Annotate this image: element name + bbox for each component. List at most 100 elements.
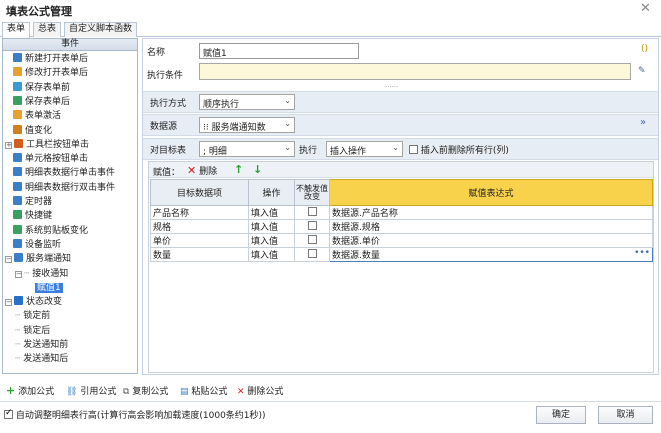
tree-item-label: 服务端通知	[26, 254, 72, 265]
expression-editor-icon[interactable]: ✎	[638, 66, 646, 76]
mode-select[interactable]: 顺序执行 ⌄	[199, 94, 295, 110]
target-value: ; 明细	[203, 147, 227, 157]
tree-item-label: 锁定前	[23, 311, 51, 322]
empty-row	[151, 290, 653, 304]
checkbox-checked-icon[interactable]	[4, 408, 13, 419]
tree-item-label: 锁定后	[23, 325, 51, 336]
expr-cell[interactable]: 数据源.数量 •••	[329, 247, 653, 262]
name-input[interactable]: 赋值1	[199, 43, 359, 59]
scissors-icon	[13, 224, 22, 234]
tree-item[interactable]: 新建打开表单后	[13, 52, 88, 66]
source-select[interactable]: ⁝⁝ 服务端通知数 ⌄	[199, 117, 295, 133]
op-cell[interactable]: 填入值	[248, 205, 295, 220]
tab-custom-script[interactable]: 自定义脚本函数	[64, 22, 138, 37]
splitter-handle[interactable]: ······	[385, 83, 398, 91]
collapse-icon[interactable]: −	[5, 299, 12, 307]
ref-formula-button[interactable]: ⛓ 引用公式	[66, 384, 116, 397]
checkbox-icon[interactable]	[307, 235, 317, 244]
collapse-icon[interactable]: −	[5, 256, 12, 264]
target-cell[interactable]: 单价	[150, 233, 249, 248]
checkbox-icon[interactable]	[307, 249, 317, 258]
collapse-icon[interactable]: −	[15, 270, 22, 278]
ok-button[interactable]: 确定	[536, 406, 586, 424]
delete-formula-button[interactable]: ✕ 删除公式	[237, 384, 283, 397]
doc-icon	[13, 81, 22, 91]
expr-cell[interactable]: 数据源.规格	[329, 219, 653, 234]
tree-item-label: 表单激活	[25, 111, 62, 122]
move-up-icon[interactable]: ↑	[234, 163, 243, 176]
divider	[0, 401, 661, 402]
copy-formula-button[interactable]: ⧉ 复制公式	[123, 384, 168, 397]
empty-cell	[151, 304, 249, 318]
tree-item[interactable]: 系统剪贴板变化	[13, 224, 88, 238]
clear-rows-checkbox[interactable]: 插入前删除所有行(列)	[409, 143, 509, 156]
tree-item[interactable]: − 状态改变	[5, 295, 62, 309]
table-row[interactable]: 规格 填入值 数据源.规格	[150, 219, 653, 234]
cancel-button[interactable]: 取消	[598, 406, 653, 424]
tree-item[interactable]: 修改打开表单后	[13, 66, 88, 80]
tree-item[interactable]: − 服务端通知	[5, 252, 71, 266]
exec-select[interactable]: 插入操作 ⌄	[326, 141, 403, 157]
expr-cell[interactable]: 数据源.产品名称	[329, 205, 653, 220]
close-icon[interactable]: ✕	[640, 1, 651, 16]
tree-item[interactable]: ┄ 发送通知前	[15, 338, 68, 352]
folder-icon	[13, 67, 22, 77]
table-row[interactable]: 产品名称 填入值 数据源.产品名称	[150, 205, 653, 220]
expand-icon[interactable]: »	[640, 117, 646, 128]
target-cell[interactable]: 数量	[150, 247, 249, 262]
target-cell[interactable]: 产品名称	[150, 205, 249, 220]
tree-item-label: 值变化	[25, 125, 53, 136]
tree-item[interactable]: 明细表数据行单击事件	[13, 166, 115, 180]
add-formula-button[interactable]: + 添加公式	[6, 384, 54, 397]
table-row[interactable]: 数量 填入值 数据源.数量 •••	[150, 247, 653, 262]
tab-form[interactable]: 表单	[2, 22, 31, 38]
tree-item-label: 明细表数据行双击事件	[25, 182, 116, 193]
notrigger-cell[interactable]	[294, 233, 330, 248]
tree-item[interactable]: 单元格按钮单击	[13, 152, 88, 166]
paste-formula-button[interactable]: ▤ 粘贴公式	[180, 384, 227, 397]
copy-icon: ⧉	[123, 387, 130, 397]
target-select[interactable]: ; 明细 ⌄	[199, 141, 295, 157]
tree-item[interactable]: 快捷键	[13, 209, 52, 223]
target-cell[interactable]: 规格	[150, 219, 249, 234]
op-cell[interactable]: 填入值	[248, 219, 295, 234]
tree-item[interactable]: 保存表单后	[13, 95, 70, 109]
tab-summary[interactable]: 总表	[33, 22, 62, 37]
tree-item[interactable]: ┄ 锁定后	[15, 324, 50, 338]
move-down-icon[interactable]: ↓	[253, 163, 262, 176]
checkbox-icon[interactable]	[409, 145, 418, 154]
notrigger-cell[interactable]	[294, 247, 330, 262]
op-cell[interactable]: 填入值	[248, 247, 295, 262]
table-row[interactable]: 单价 填入值 数据源.单价	[150, 233, 653, 248]
tree-item[interactable]: ┄ 锁定前	[15, 309, 50, 323]
tree-item-label: 保存表单前	[25, 82, 71, 93]
checkbox-icon[interactable]	[307, 221, 317, 230]
tree-item[interactable]: ┄ 发送通知后	[15, 352, 68, 366]
name-paren: ()	[641, 44, 649, 54]
ellipsis-icon[interactable]: •••	[634, 248, 650, 258]
tree-item[interactable]: 值变化	[13, 124, 52, 138]
tree-item[interactable]: 表单激活	[13, 109, 61, 123]
paste-icon: ▤	[180, 387, 189, 397]
notrigger-cell[interactable]	[294, 219, 330, 234]
op-cell[interactable]: 填入值	[248, 233, 295, 248]
col-notrigger-header: 不触发值改变	[294, 179, 330, 206]
grid-delete-button[interactable]: ✕ 删除	[187, 164, 217, 177]
checkbox-icon[interactable]	[307, 207, 317, 216]
expand-icon[interactable]: +	[5, 141, 12, 149]
condition-input[interactable]	[199, 63, 631, 80]
chevron-down-icon: ⌄	[284, 119, 291, 128]
expr-cell[interactable]: 数据源.单价	[329, 233, 653, 248]
tree-item[interactable]: 赋值1	[35, 281, 63, 295]
expr-value: 数据源.规格	[332, 223, 380, 233]
mode-value: 顺序执行	[203, 100, 240, 110]
tree-item[interactable]: 明细表数据行双击事件	[13, 181, 115, 195]
assignment-table: 目标数据项 操作 不触发值改变 赋值表达式 产品名称 填入值 数据源.产品名称 规格填…	[150, 179, 653, 360]
notrigger-cell[interactable]	[294, 205, 330, 220]
tree-item[interactable]: 设备监听	[13, 238, 61, 252]
tree-item[interactable]: − ┄ 接收通知	[15, 267, 68, 281]
tree-item[interactable]: + 工具栏按钮单击	[5, 138, 89, 152]
tree-item[interactable]: 保存表单前	[13, 81, 70, 95]
tree-item[interactable]: 定时器	[13, 195, 52, 209]
auto-row-height-checkbox[interactable]: 自动调整明细表行高(计算行高会影响加载速度(1000条约1秒))	[4, 408, 266, 421]
